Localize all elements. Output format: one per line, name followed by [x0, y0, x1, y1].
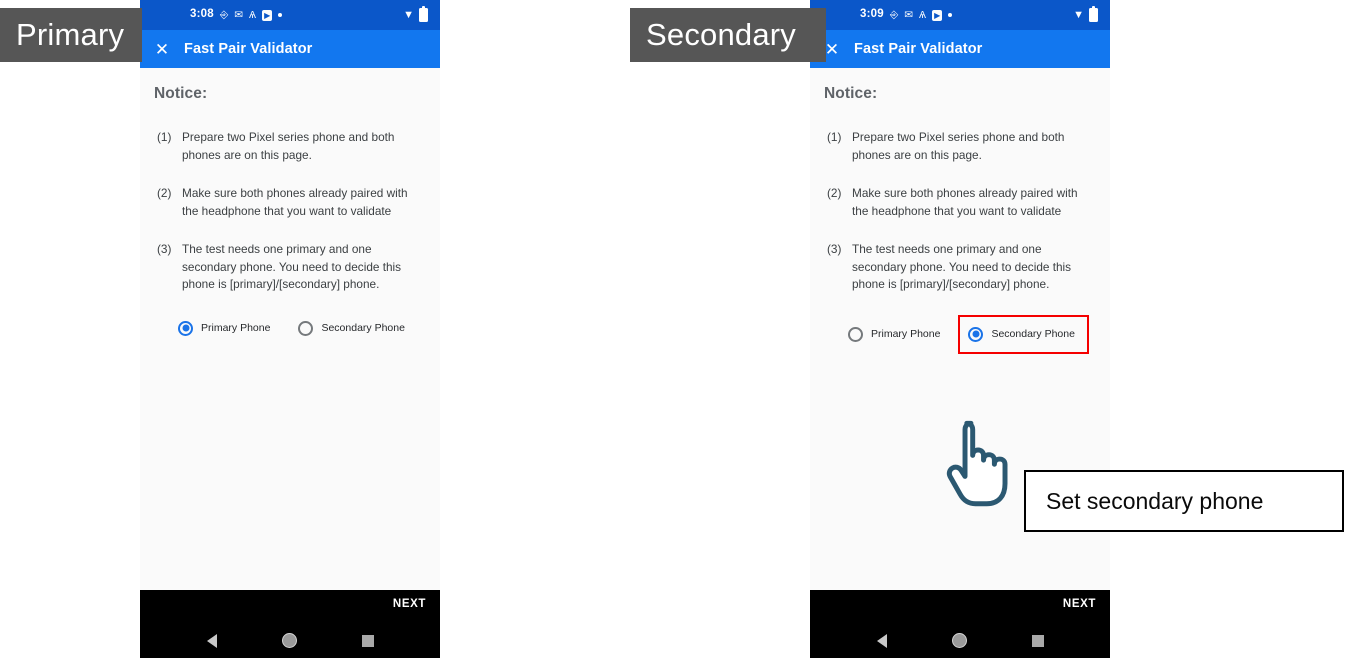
radio-option-primary-phone[interactable]: Primary Phone [174, 315, 274, 342]
recents-icon[interactable] [361, 634, 374, 647]
youtube-icon: ▶ [262, 9, 273, 21]
app-bar: ✕ Fast Pair Validator [140, 30, 440, 68]
notice-item-number: (1) [157, 130, 172, 144]
notice-item-text: The test needs one primary and one secon… [182, 242, 402, 291]
notice-list: (1) Prepare two Pixel series phone and b… [154, 129, 426, 294]
radio-option-label: Secondary Phone [991, 328, 1075, 340]
gmail-icon: ✉ [904, 8, 914, 21]
radio-button-icon[interactable] [848, 326, 863, 342]
wifi-icon: ▼ [1073, 8, 1084, 21]
notice-item-number: (2) [157, 186, 172, 200]
notice-item-number: (2) [827, 186, 842, 200]
notice-heading: Notice: [824, 85, 878, 102]
status-bar-left-group: 3:09 ⎆ ✉ Ѧ ▶ [860, 8, 953, 21]
app-title: Fast Pair Validator [184, 41, 313, 57]
status-bar-right-group: ▼ [1073, 6, 1098, 22]
notice-item-text: The test needs one primary and one secon… [852, 242, 1072, 291]
notice-item: (3) The test needs one primary and one s… [154, 241, 426, 294]
annotation-callout-text: Set secondary phone [1046, 487, 1264, 514]
sim-icon: ⎆ [889, 8, 899, 21]
status-bar: 3:08 ⎆ ✉ Ѧ ▶ ▼ [140, 0, 440, 30]
phone-screenshot-primary: 3:08 ⎆ ✉ Ѧ ▶ ▼ ✕ Fast Pair Validator Not… [140, 0, 440, 658]
status-bar: 3:09 ⎆ ✉ Ѧ ▶ ▼ [810, 0, 1110, 30]
youtube-icon: ▶ [932, 9, 943, 21]
screen-content: Notice: (1) Prepare two Pixel series pho… [140, 68, 440, 590]
android-navigation-bar [810, 633, 1110, 648]
recents-icon[interactable] [1031, 634, 1044, 647]
radio-option-label: Primary Phone [201, 322, 271, 334]
bottom-bar: NEXT [810, 590, 1110, 658]
y-app-icon: Ѧ [249, 8, 257, 21]
notice-item-number: (1) [827, 130, 842, 144]
home-icon[interactable] [951, 633, 967, 648]
status-bar-clock: 3:09 [860, 8, 884, 21]
close-icon[interactable]: ✕ [140, 41, 184, 58]
notice-heading: Notice: [154, 85, 208, 102]
radio-option-label: Secondary Phone [321, 322, 405, 334]
radio-button-icon[interactable] [178, 320, 193, 336]
notice-item-number: (3) [827, 242, 842, 256]
annotation-tag-primary: Primary [0, 8, 142, 62]
y-app-icon: Ѧ [919, 8, 927, 21]
notice-item: (2) Make sure both phones already paired… [154, 185, 426, 220]
home-icon[interactable] [281, 633, 297, 648]
radio-button-icon[interactable] [968, 326, 984, 342]
app-bar: ✕ Fast Pair Validator [810, 30, 1110, 68]
notice-item-number: (3) [157, 242, 172, 256]
back-icon[interactable] [206, 633, 217, 648]
notice-item: (2) Make sure both phones already paired… [824, 185, 1096, 220]
annotation-tag-primary-label: Primary [16, 17, 125, 52]
status-bar-left-group: 3:08 ⎆ ✉ Ѧ ▶ [190, 8, 283, 21]
notice-list: (1) Prepare two Pixel series phone and b… [824, 129, 1096, 294]
radio-option-secondary-phone[interactable]: Secondary Phone [958, 314, 1089, 354]
radio-button-icon[interactable] [298, 320, 314, 336]
radio-option-primary-phone[interactable]: Primary Phone [844, 321, 944, 348]
bottom-bar: NEXT [140, 590, 440, 658]
annotation-tag-secondary: Secondary [630, 8, 826, 62]
radio-option-secondary-phone[interactable]: Secondary Phone [294, 315, 408, 342]
notice-item: (1) Prepare two Pixel series phone and b… [154, 129, 426, 164]
next-button[interactable]: NEXT [1063, 598, 1096, 610]
dot-icon [948, 13, 953, 17]
notice-item-text: Prepare two Pixel series phone and both … [182, 130, 395, 162]
phone-role-radio-group: Primary Phone Secondary Phone [824, 314, 1096, 354]
notice-item-text: Prepare two Pixel series phone and both … [852, 130, 1065, 162]
wifi-icon: ▼ [403, 8, 414, 21]
annotation-tag-secondary-label: Secondary [646, 17, 797, 52]
radio-option-label: Primary Phone [871, 328, 941, 340]
back-icon[interactable] [876, 633, 887, 648]
battery-icon [419, 6, 428, 22]
notice-item: (3) The test needs one primary and one s… [824, 241, 1096, 294]
annotation-callout-box: Set secondary phone [1024, 470, 1344, 532]
gmail-icon: ✉ [234, 8, 244, 21]
status-bar-clock: 3:08 [190, 8, 214, 21]
sim-icon: ⎆ [219, 8, 229, 21]
phone-role-radio-group: Primary Phone Secondary Phone [154, 315, 426, 342]
notice-item: (1) Prepare two Pixel series phone and b… [824, 129, 1096, 164]
notice-item-text: Make sure both phones already paired wit… [182, 186, 408, 218]
phone-screenshot-secondary: 3:09 ⎆ ✉ Ѧ ▶ ▼ ✕ Fast Pair Validator Not… [810, 0, 1110, 658]
android-navigation-bar [140, 633, 440, 648]
status-bar-right-group: ▼ [403, 6, 428, 22]
next-button[interactable]: NEXT [393, 598, 426, 610]
app-title: Fast Pair Validator [854, 41, 983, 57]
battery-icon [1089, 6, 1098, 22]
dot-icon [278, 13, 283, 17]
notice-item-text: Make sure both phones already paired wit… [852, 186, 1078, 218]
